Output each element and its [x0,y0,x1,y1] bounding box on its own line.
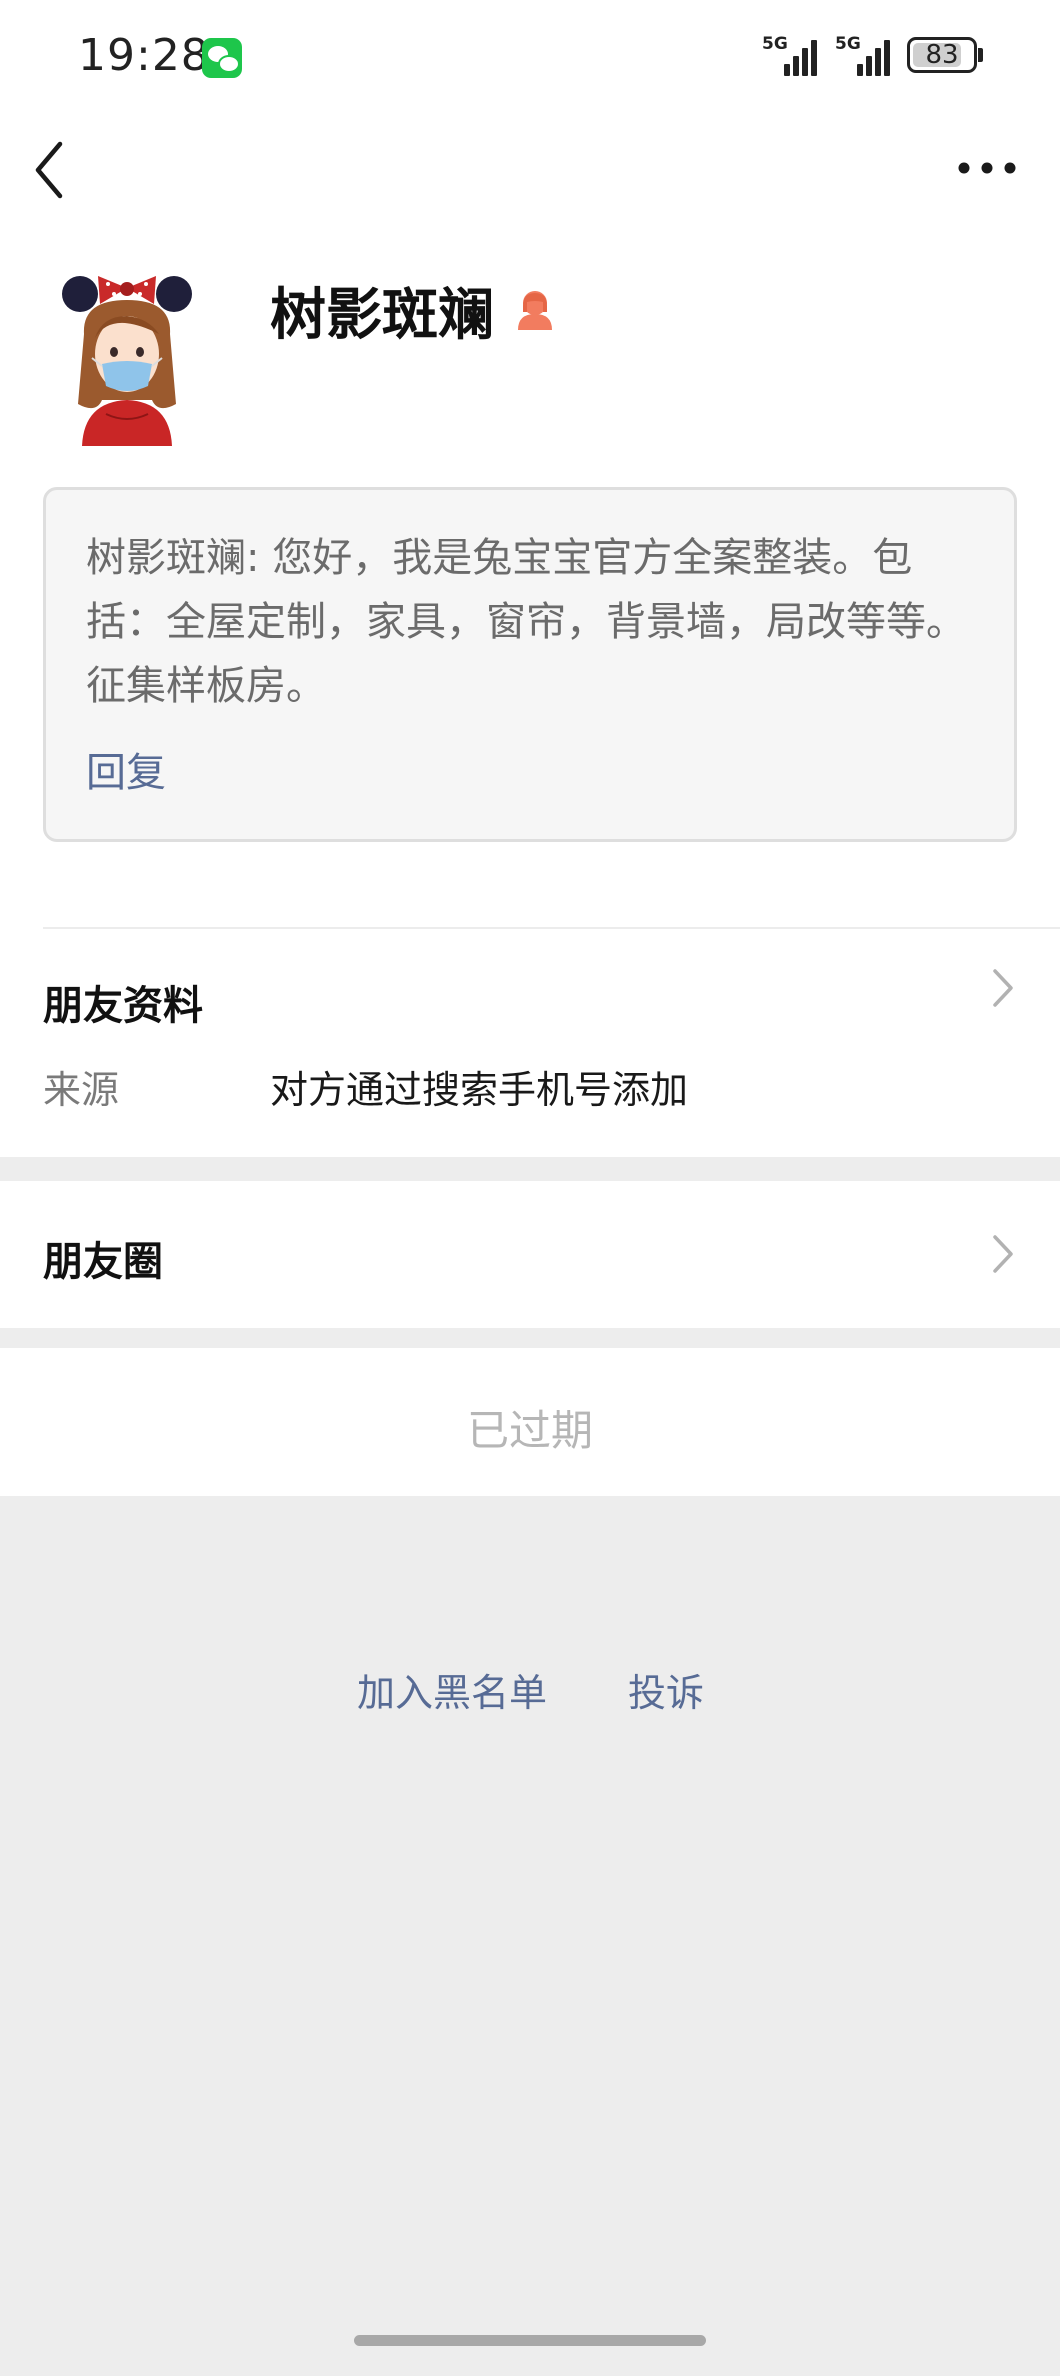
battery-tip [978,48,983,62]
expired-status: 已过期 [466,1406,593,1455]
female-icon [518,291,552,330]
add-to-blacklist-link[interactable]: 加入黑名单 [357,1662,547,1717]
status-bar: 19:28 5G 5G 83 [0,0,1060,115]
greeting-message-box: 树影斑斓: 您好，我是兔宝宝官方全案整装。包括：全屋定制，家具，窗帘，背景墙，局… [43,487,1017,842]
more-dots-icon[interactable] [956,150,1018,186]
back-chevron-icon[interactable] [30,138,74,202]
friend-info-title[interactable]: 朋友资料 [43,973,203,1031]
profile-name: 树影斑斓 [270,283,494,348]
divider [43,927,1060,929]
home-indicator[interactable] [354,2335,706,2346]
avatar[interactable] [62,274,192,446]
chevron-right-icon[interactable] [991,967,1015,1009]
battery-level-text: 83 [925,40,959,70]
chevron-right-icon[interactable] [991,1233,1015,1275]
battery-icon: 83 [907,37,977,73]
report-link[interactable]: 投诉 [628,1662,704,1717]
source-value: 对方通过搜索手机号添加 [270,1068,689,1112]
greeting-message: 树影斑斓: 您好，我是兔宝宝官方全案整装。包括：全屋定制，家具，窗帘，背景墙，局… [86,535,966,709]
reply-button[interactable]: 回复 [86,740,166,798]
moments-title[interactable]: 朋友圈 [43,1229,163,1287]
status-time: 19:28 [78,30,210,81]
wechat-icon [202,38,242,78]
source-label: 来源 [43,1068,120,1112]
